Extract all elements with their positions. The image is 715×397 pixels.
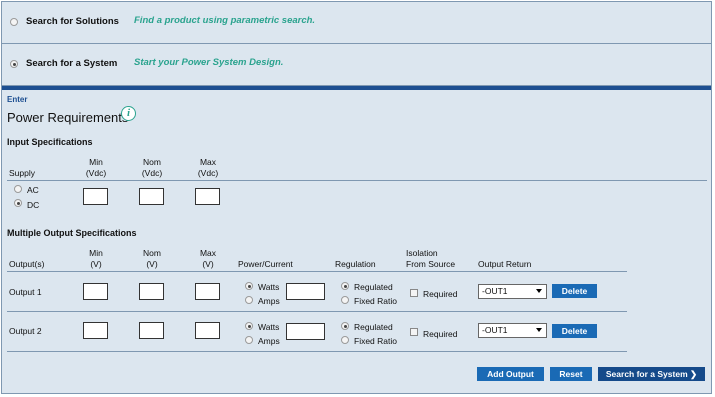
output-name: Output 2 <box>9 326 42 336</box>
delete-button[interactable]: Delete <box>552 324 597 338</box>
info-icon[interactable]: i <box>121 106 136 121</box>
radio-watts[interactable] <box>245 282 253 290</box>
isolation-required-checkbox[interactable] <box>410 328 418 336</box>
radio-amps[interactable] <box>245 296 253 304</box>
delete-button[interactable]: Delete <box>552 284 597 298</box>
fixed-ratio-label: Fixed Ratio <box>354 296 397 306</box>
max-header: Max (Vdc) <box>197 157 219 178</box>
amps-label: Amps <box>258 336 280 346</box>
power-current-header: Power/Current <box>238 259 293 269</box>
option-description: Find a product using parametric search. <box>134 15 316 26</box>
page-title: Power Requirements <box>7 110 129 125</box>
output-nom-field[interactable] <box>139 283 164 300</box>
radio-watts[interactable] <box>245 322 253 330</box>
regulation-header: Regulation <box>335 259 376 269</box>
radio-fixed-ratio[interactable] <box>341 296 349 304</box>
regulated-label: Regulated <box>354 282 393 292</box>
watts-label: Watts <box>258 322 280 332</box>
radio-amps[interactable] <box>245 336 253 344</box>
power-current-field[interactable] <box>286 283 325 300</box>
add-output-button[interactable]: Add Output <box>477 367 544 381</box>
input-nom-field[interactable] <box>139 188 164 205</box>
input-spec-heading: Input Specifications <box>7 137 93 147</box>
supply-header: Supply <box>9 168 35 178</box>
required-label: Required <box>423 289 458 299</box>
watts-label: Watts <box>258 282 280 292</box>
power-current-field[interactable] <box>286 323 325 340</box>
chevron-down-icon <box>536 328 542 332</box>
divider <box>7 180 707 181</box>
reset-button[interactable]: Reset <box>550 367 592 381</box>
min-header: Min (V) <box>89 248 103 269</box>
output-row: Output 2 Watts Amps Regulated Fixed Rati… <box>2 312 711 352</box>
option-search-solutions[interactable]: Search for Solutions Find a product usin… <box>2 2 711 44</box>
isolation-required-checkbox[interactable] <box>410 289 418 297</box>
output-min-field[interactable] <box>83 322 108 339</box>
input-min-field[interactable] <box>83 188 108 205</box>
radio-regulated[interactable] <box>341 282 349 290</box>
ac-label: AC <box>27 185 39 195</box>
radio-fixed-ratio[interactable] <box>341 336 349 344</box>
divider <box>7 351 627 352</box>
option-description: Start your Power System Design. <box>134 57 284 68</box>
fixed-ratio-label: Fixed Ratio <box>354 336 397 346</box>
max-header: Max (V) <box>199 248 217 269</box>
isolation-header: Isolation From Source <box>406 248 456 269</box>
output-row: Output 1 Watts Amps Regulated Fixed Rati… <box>2 272 711 312</box>
divider-bar <box>2 86 711 90</box>
radio-search-system[interactable] <box>10 60 18 68</box>
output-return-select[interactable]: -OUT1 <box>478 284 547 299</box>
output-return-select[interactable]: -OUT1 <box>478 323 547 338</box>
chevron-down-icon <box>536 289 542 293</box>
amps-label: Amps <box>258 296 280 306</box>
output-return-header: Output Return <box>478 259 532 269</box>
nom-header: Nom (V) <box>143 248 161 269</box>
radio-search-solutions[interactable] <box>10 18 18 26</box>
output-max-field[interactable] <box>195 283 220 300</box>
radio-ac[interactable] <box>14 185 22 193</box>
power-designer-panel: Search for Solutions Find a product usin… <box>1 1 712 394</box>
option-label: Search for Solutions <box>26 16 119 27</box>
output-min-field[interactable] <box>83 283 108 300</box>
radio-dc[interactable] <box>14 199 22 207</box>
radio-regulated[interactable] <box>341 322 349 330</box>
output-nom-field[interactable] <box>139 322 164 339</box>
search-system-button[interactable]: Search for a System ❯ <box>598 367 705 381</box>
output-spec-heading: Multiple Output Specifications <box>7 228 137 238</box>
nom-header: Nom (Vdc) <box>141 157 163 178</box>
regulated-label: Regulated <box>354 322 393 332</box>
input-max-field[interactable] <box>195 188 220 205</box>
output-name: Output 1 <box>9 287 42 297</box>
outputs-header: Output(s) <box>9 259 45 269</box>
output-max-field[interactable] <box>195 322 220 339</box>
enter-label: Enter <box>7 95 28 104</box>
required-label: Required <box>423 329 458 339</box>
option-search-system[interactable]: Search for a System Start your Power Sys… <box>2 44 711 86</box>
dc-label: DC <box>27 200 40 210</box>
min-header: Min (Vdc) <box>85 157 107 178</box>
option-label: Search for a System <box>26 58 118 69</box>
